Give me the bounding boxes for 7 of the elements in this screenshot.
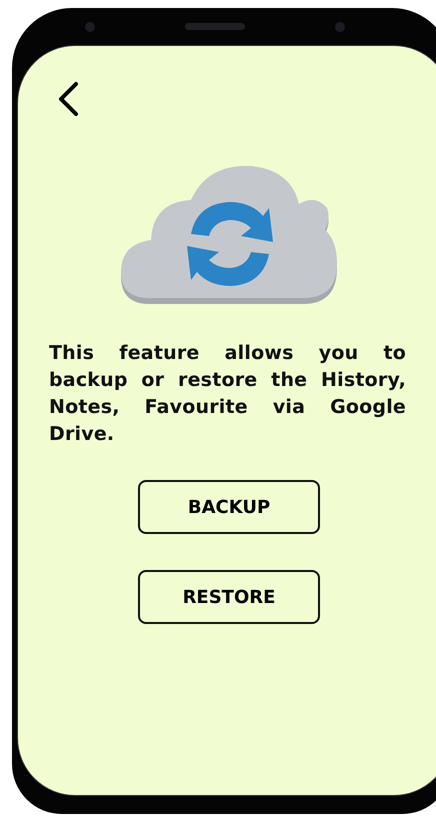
sensor-icon: [334, 22, 344, 32]
description-text: This feature allows you to backup or restore the History, Notes, Favourite via Google Drive.: [49, 341, 406, 447]
back-icon[interactable]: [57, 81, 79, 117]
action-button[interactable]: BACKUP: [138, 480, 320, 534]
action-button[interactable]: RESTORE: [138, 570, 320, 624]
camera-icon: [84, 22, 94, 32]
speaker-grille: [184, 23, 244, 30]
